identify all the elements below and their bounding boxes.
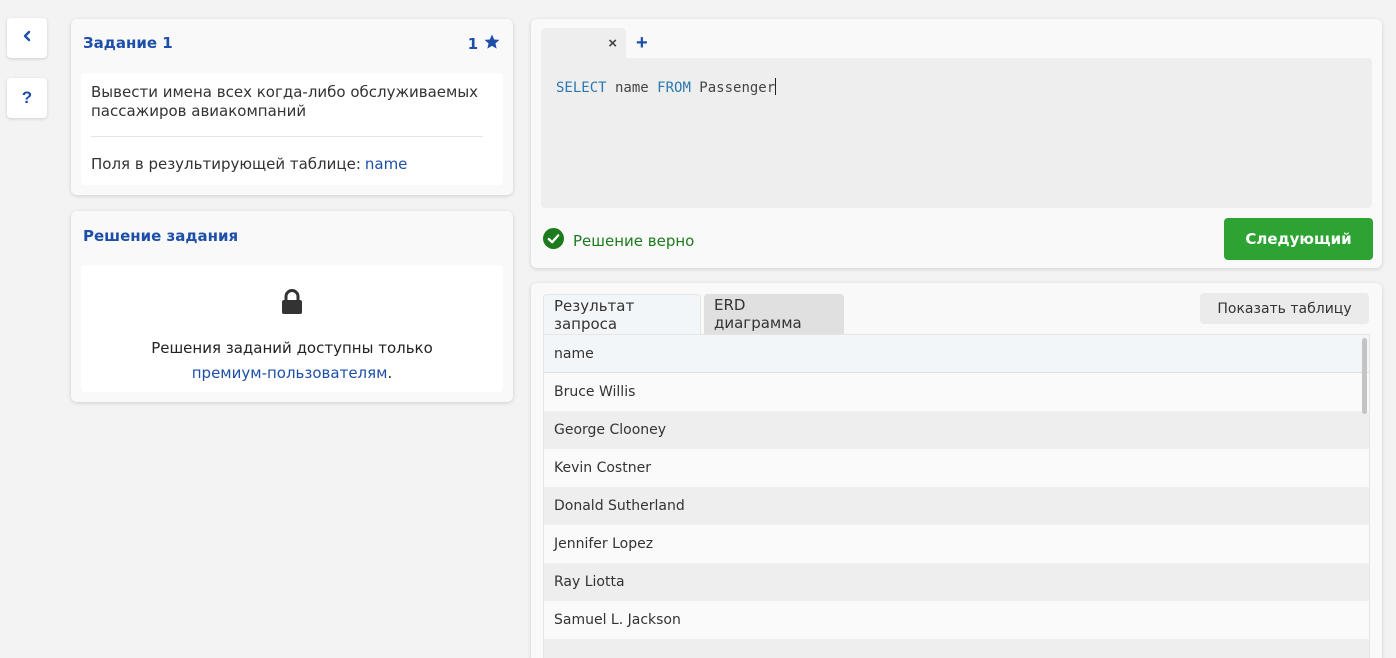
table-row: Kevin Costner	[544, 449, 1369, 487]
help-icon: ?	[21, 88, 33, 107]
table-row: Donald Sutherland	[544, 487, 1369, 525]
add-tab-button[interactable]: +	[636, 33, 648, 53]
code-keyword: FROM	[657, 80, 691, 96]
close-icon[interactable]: ×	[608, 35, 617, 52]
solution-body: Решения заданий доступны только премиум-…	[81, 265, 503, 392]
sql-editor[interactable]: SELECT name FROM Passenger	[541, 58, 1372, 208]
code-text: name	[606, 80, 658, 96]
result-fields: Поля в результирующей таблице: name	[91, 155, 407, 173]
tab-erd-diagram[interactable]: ERD диаграмма	[704, 294, 844, 334]
fields-label: Поля в результирующей таблице:	[91, 155, 361, 173]
status-text: Решение верно	[573, 231, 695, 250]
text-caret	[775, 78, 777, 95]
premium-link[interactable]: премиум-пользователям	[192, 364, 388, 382]
lock-icon	[281, 289, 303, 320]
field-name: name	[364, 155, 408, 173]
table-row: Jennifer Lopez	[544, 525, 1369, 563]
result-card: Результат запроса ERD диаграмма Показать…	[531, 283, 1382, 658]
locked-text: Решения заданий доступны только	[151, 339, 433, 357]
tab-query-result[interactable]: Результат запроса	[543, 294, 701, 334]
result-table: name Bruce Willis George Clooney Kevin C…	[543, 334, 1370, 658]
task-score: 1	[468, 33, 501, 55]
status-message: Решение верно	[543, 228, 694, 253]
table-row: Ray Liotta	[544, 563, 1369, 601]
locked-suffix: .	[387, 364, 393, 382]
task-body: Вывести имена всех когда-либо обслуживае…	[81, 73, 503, 185]
table-row	[544, 639, 1369, 658]
code-text: Passenger	[690, 80, 776, 96]
task-description: Вывести имена всех когда-либо обслуживае…	[91, 83, 479, 120]
solution-card: Решение задания Решения заданий доступны…	[71, 211, 513, 402]
next-button[interactable]: Следующий	[1224, 218, 1373, 260]
back-button[interactable]	[7, 18, 47, 58]
column-header: name	[544, 335, 1369, 373]
code-keyword: SELECT	[556, 80, 607, 96]
table-row: Samuel L. Jackson	[544, 601, 1369, 639]
score-value: 1	[467, 35, 478, 53]
divider	[91, 136, 483, 137]
scrollbar[interactable]	[1362, 338, 1367, 414]
show-table-button[interactable]: Показать таблицу	[1200, 293, 1369, 324]
help-button[interactable]: ?	[7, 78, 47, 118]
check-circle-icon	[543, 228, 564, 253]
solution-title: Решение задания	[83, 227, 239, 245]
editor-card: × + SELECT name FROM Passenger Решение в…	[531, 19, 1382, 268]
task-title: Задание 1	[83, 34, 173, 52]
table-row: George Clooney	[544, 411, 1369, 449]
locked-message: Решения заданий доступны только премиум-…	[81, 336, 503, 386]
task-card: Задание 1 1 Вывести имена всех когда-либ…	[71, 19, 513, 195]
editor-tab[interactable]: ×	[541, 28, 626, 58]
star-icon	[483, 33, 501, 55]
chevron-left-icon	[22, 29, 32, 47]
editor-tab-bar: × +	[541, 28, 648, 58]
table-row: Bruce Willis	[544, 373, 1369, 411]
